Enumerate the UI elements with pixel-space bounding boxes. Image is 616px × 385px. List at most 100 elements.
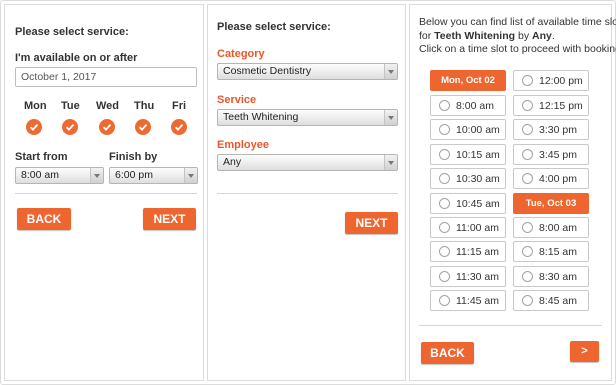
intro-for-text: for bbox=[419, 30, 435, 42]
radio-icon bbox=[522, 246, 533, 257]
time-slot[interactable]: 8:15 am bbox=[513, 241, 589, 262]
finish-time-select[interactable]: 6:00 pm bbox=[109, 167, 198, 184]
slot-label: 3:30 pm bbox=[539, 124, 577, 136]
next-button[interactable]: NEXT bbox=[143, 208, 196, 230]
check-icon bbox=[65, 123, 75, 131]
employee-select[interactable]: Any bbox=[217, 154, 398, 171]
step1-panel: Please select service: I'm available on … bbox=[4, 4, 204, 381]
time-slot[interactable]: 11:15 am bbox=[430, 241, 506, 262]
slot-label: 10:00 am bbox=[456, 124, 500, 136]
slot-label: 8:00 am bbox=[456, 100, 494, 112]
radio-icon bbox=[439, 124, 450, 135]
employee-label: Employee bbox=[217, 139, 269, 151]
time-slot[interactable]: 10:30 am bbox=[430, 168, 506, 189]
intro-line1: Below you can find list of available tim… bbox=[419, 16, 616, 28]
day-header-tue: Tue, Oct 03 bbox=[513, 193, 589, 214]
day-checkbox-wed[interactable] bbox=[99, 119, 115, 135]
slot-label: 3:45 pm bbox=[539, 149, 577, 161]
time-slot[interactable]: 11:30 am bbox=[430, 266, 506, 287]
radio-icon bbox=[439, 149, 450, 160]
time-slot[interactable]: 12:15 pm bbox=[513, 95, 589, 116]
day-checkbox-mon[interactable] bbox=[26, 119, 42, 135]
time-slot[interactable]: 11:00 am bbox=[430, 217, 506, 238]
time-slot[interactable]: 10:15 am bbox=[430, 144, 506, 165]
time-slot[interactable]: 8:45 am bbox=[513, 290, 589, 311]
more-slots-button[interactable]: > bbox=[570, 341, 599, 362]
category-label: Category bbox=[217, 48, 265, 60]
available-label: I'm available on or after bbox=[15, 52, 138, 64]
radio-icon bbox=[522, 295, 533, 306]
category-select[interactable]: Cosmetic Dentistry bbox=[217, 63, 398, 80]
radio-icon bbox=[439, 100, 450, 111]
chevron-down-icon bbox=[384, 64, 397, 79]
slot-label: 8:30 am bbox=[539, 271, 577, 283]
day-label-fri: Fri bbox=[172, 100, 187, 112]
back-button[interactable]: BACK bbox=[17, 208, 71, 230]
time-slot[interactable]: 3:30 pm bbox=[513, 119, 589, 140]
chevron-down-icon bbox=[384, 110, 397, 125]
slot-label: 11:00 am bbox=[456, 222, 499, 234]
intro-by-text: by bbox=[515, 30, 532, 42]
slot-label: 11:45 am bbox=[456, 295, 499, 307]
slot-label: 11:30 am bbox=[456, 271, 499, 283]
day-checkbox-fri[interactable] bbox=[171, 119, 187, 135]
time-slot[interactable]: 8:00 am bbox=[513, 217, 589, 238]
slot-label: 12:15 pm bbox=[539, 100, 583, 112]
step1-heading: Please select service: bbox=[15, 26, 129, 38]
slot-label: 8:15 am bbox=[539, 246, 577, 258]
next-button[interactable]: NEXT bbox=[345, 212, 398, 234]
day-label-wed: Wed bbox=[96, 100, 120, 112]
radio-icon bbox=[439, 271, 450, 282]
divider bbox=[15, 193, 197, 194]
slot-label: 8:45 am bbox=[539, 295, 577, 307]
employee-value: Any bbox=[223, 156, 242, 168]
radio-icon bbox=[522, 222, 533, 233]
check-icon bbox=[138, 123, 148, 131]
step3-panel: Below you can find list of available tim… bbox=[409, 4, 616, 381]
chevron-down-icon bbox=[184, 168, 197, 183]
radio-icon bbox=[522, 100, 533, 111]
slot-label: 10:30 am bbox=[456, 173, 500, 185]
check-icon bbox=[102, 123, 112, 131]
check-icon bbox=[174, 123, 184, 131]
day-checkbox-tue[interactable] bbox=[62, 119, 78, 135]
time-slot[interactable]: 11:45 am bbox=[430, 290, 506, 311]
step2-heading: Please select service: bbox=[217, 21, 331, 33]
date-field[interactable]: October 1, 2017 bbox=[15, 67, 197, 87]
time-slot[interactable]: 8:30 am bbox=[513, 266, 589, 287]
radio-icon bbox=[439, 295, 450, 306]
time-slot[interactable]: 10:45 am bbox=[430, 193, 506, 214]
radio-icon bbox=[522, 173, 533, 184]
chevron-down-icon bbox=[384, 155, 397, 170]
intro-service: Teeth Whitening bbox=[434, 30, 516, 42]
intro-line3: Click on a time slot to proceed with boo… bbox=[419, 43, 616, 55]
time-slot[interactable]: 12:00 pm bbox=[513, 70, 589, 91]
intro-line2: for Teeth Whitening by Any. bbox=[419, 30, 555, 42]
slot-label: 12:00 pm bbox=[539, 75, 583, 87]
time-slot[interactable]: 4:00 pm bbox=[513, 168, 589, 189]
slot-label: 10:15 am bbox=[456, 149, 500, 161]
service-select[interactable]: Teeth Whitening bbox=[217, 109, 398, 126]
step2-panel: Please select service: Category Cosmetic… bbox=[207, 4, 406, 381]
day-checkbox-thu[interactable] bbox=[135, 119, 151, 135]
time-slot[interactable]: 3:45 pm bbox=[513, 144, 589, 165]
time-slot[interactable]: 8:00 am bbox=[430, 95, 506, 116]
time-slot[interactable]: 10:00 am bbox=[430, 119, 506, 140]
intro-period: . bbox=[551, 30, 555, 42]
finish-time-value: 6:00 pm bbox=[115, 169, 153, 181]
radio-icon bbox=[522, 75, 533, 86]
chevron-down-icon bbox=[90, 168, 103, 183]
category-value: Cosmetic Dentistry bbox=[223, 65, 312, 77]
day-label-thu: Thu bbox=[134, 100, 155, 112]
slot-label: 10:45 am bbox=[456, 198, 500, 210]
day-label-tue: Tue bbox=[61, 100, 80, 112]
radio-icon bbox=[439, 198, 450, 209]
back-button[interactable]: BACK bbox=[421, 342, 474, 364]
radio-icon bbox=[439, 246, 450, 257]
divider bbox=[419, 325, 602, 326]
start-time-select[interactable]: 8:00 am bbox=[15, 167, 104, 184]
start-label: Start from bbox=[15, 151, 68, 163]
radio-icon bbox=[522, 149, 533, 160]
slot-label: 8:00 am bbox=[539, 222, 577, 234]
intro-employee: Any bbox=[532, 30, 552, 42]
